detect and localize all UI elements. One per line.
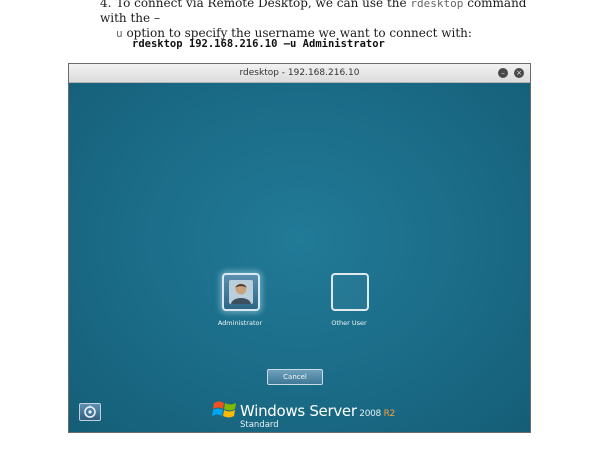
product-name: Windows Server — [240, 402, 357, 420]
close-icon[interactable]: × — [514, 68, 524, 78]
minimize-icon[interactable]: – — [498, 68, 508, 78]
windows-flag-logo — [212, 401, 236, 418]
user-label-administrator: Administrator — [217, 319, 263, 327]
user-tile-administrator[interactable] — [222, 273, 260, 311]
inline-code-u: u — [116, 27, 123, 40]
windows-server-branding: Windows Server 2008 R2 Standard — [212, 399, 412, 435]
login-screen: Administrator Other User Cancel Windows … — [69, 83, 530, 432]
user-avatar-icon — [229, 280, 253, 304]
ease-of-access-icon — [84, 405, 96, 418]
step-number: 4. — [100, 0, 112, 10]
step-text-1: To connect via Remote Desktop, we can us… — [116, 0, 411, 10]
inline-code-rdesktop: rdesktop — [410, 0, 464, 10]
product-version: 2008 — [359, 409, 381, 419]
instruction-step: 4. To connect via Remote Desktop, we can … — [100, 0, 540, 41]
window-titlebar[interactable]: rdesktop - 192.168.216.10 – × — [69, 64, 530, 83]
user-tile-other-user[interactable] — [331, 273, 369, 311]
product-edition: Standard — [240, 420, 279, 430]
ease-of-access-button[interactable] — [79, 403, 101, 421]
product-version-suffix: R2 — [383, 409, 396, 419]
rdesktop-window: rdesktop - 192.168.216.10 – × Administra… — [68, 63, 531, 433]
user-label-other-user: Other User — [331, 319, 367, 327]
command-line: rdesktop 192.168.216.10 –u Administrator — [132, 38, 385, 50]
window-title: rdesktop - 192.168.216.10 — [239, 68, 360, 78]
cancel-button[interactable]: Cancel — [267, 369, 323, 385]
